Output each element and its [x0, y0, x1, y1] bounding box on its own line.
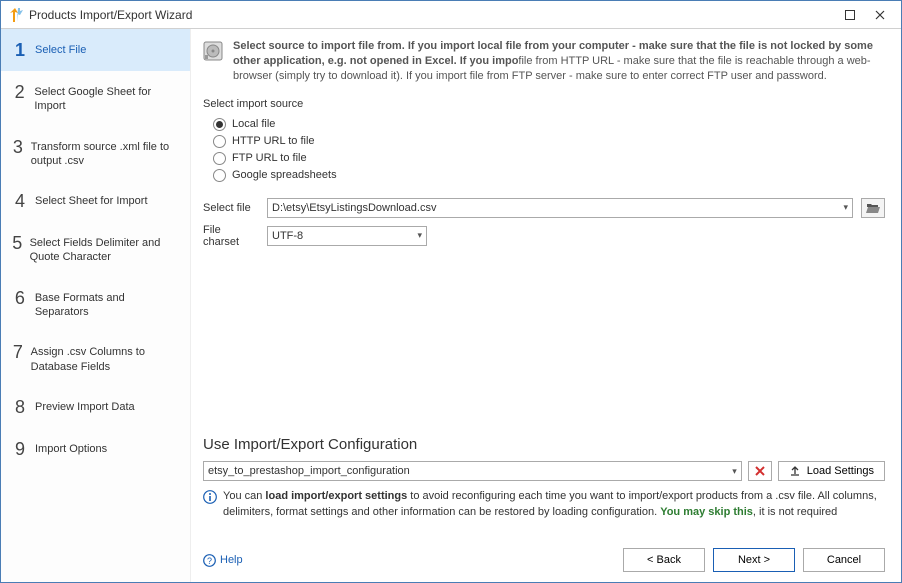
step-number: 9: [11, 440, 29, 458]
step-number: 4: [11, 192, 29, 210]
step-number: 2: [11, 83, 28, 101]
radio-ftp-url[interactable]: FTP URL to file: [203, 150, 885, 167]
back-button[interactable]: < Back: [623, 548, 705, 572]
file-path-input[interactable]: D:\etsy\EtsyListingsDownload.csv▾: [267, 198, 853, 218]
radio-http-url[interactable]: HTTP URL to file: [203, 133, 885, 150]
step-number: 5: [11, 234, 24, 252]
dropdown-icon: ▾: [732, 466, 737, 477]
wizard-step-5[interactable]: 5 Select Fields Delimiter and Quote Chara…: [1, 222, 190, 277]
step-label: Select Fields Delimiter and Quote Charac…: [30, 234, 180, 265]
step-label: Assign .csv Columns to Database Fields: [31, 343, 180, 374]
load-settings-button[interactable]: Load Settings: [778, 461, 885, 481]
step-label: Preview Import Data: [35, 398, 135, 414]
wizard-step-3[interactable]: 3 Transform source .xml file to output .c…: [1, 126, 190, 181]
titlebar: Products Import/Export Wizard: [1, 1, 901, 29]
intro-text: Select source to import file from. If yo…: [203, 39, 885, 84]
wizard-step-4[interactable]: 4 Select Sheet for Import: [1, 180, 190, 222]
window-title: Products Import/Export Wizard: [29, 8, 835, 22]
wizard-window: Products Import/Export Wizard 1 Select Fi…: [0, 0, 902, 583]
wizard-steps-sidebar: 1 Select File 2 Select Google Sheet for Imp…: [1, 29, 191, 582]
x-icon: [754, 465, 766, 477]
wizard-step-1[interactable]: 1 Select File: [1, 29, 190, 71]
upload-icon: [789, 465, 801, 477]
help-icon: ?: [203, 554, 216, 567]
step-label: Select File: [35, 41, 86, 57]
radio-icon: [213, 152, 226, 165]
radio-google-spreadsheets[interactable]: Google spreadsheets: [203, 167, 885, 184]
select-file-label: Select file: [203, 202, 259, 214]
radio-icon: [213, 135, 226, 148]
step-label: Import Options: [35, 440, 107, 456]
browse-file-button[interactable]: [861, 198, 885, 218]
cancel-button[interactable]: Cancel: [803, 548, 885, 572]
step-number: 7: [11, 343, 25, 361]
step-number: 3: [11, 138, 25, 156]
wizard-step-8[interactable]: 8 Preview Import Data: [1, 386, 190, 428]
main-panel: Select source to import file from. If yo…: [191, 29, 901, 582]
step-label: Transform source .xml file to output .cs…: [31, 138, 180, 169]
step-label: Select Sheet for Import: [35, 192, 148, 208]
config-info-text: You can load import/export settings to a…: [203, 489, 885, 520]
radio-icon: [213, 169, 226, 182]
maximize-button[interactable]: [835, 3, 865, 27]
wizard-step-9[interactable]: 9 Import Options: [1, 428, 190, 470]
info-icon: [203, 490, 217, 504]
wizard-step-7[interactable]: 7 Assign .csv Columns to Database Fields: [1, 331, 190, 386]
wizard-step-6[interactable]: 6 Base Formats and Separators: [1, 277, 190, 332]
close-button[interactable]: [865, 3, 895, 27]
file-charset-label: File charset: [203, 224, 259, 248]
help-link[interactable]: ?Help: [203, 554, 243, 567]
dropdown-icon: ▾: [843, 202, 848, 213]
wizard-step-2[interactable]: 2 Select Google Sheet for Import: [1, 71, 190, 126]
config-section-title: Use Import/Export Configuration: [203, 426, 885, 453]
step-number: 8: [11, 398, 29, 416]
import-source-group: Select import source Local file HTTP URL…: [203, 98, 885, 184]
file-charset-select[interactable]: UTF-8▾: [267, 226, 427, 246]
radio-local-file[interactable]: Local file: [203, 116, 885, 133]
import-source-label: Select import source: [203, 98, 885, 110]
clear-config-button[interactable]: [748, 461, 772, 481]
hdd-icon: [203, 41, 223, 61]
radio-icon: [213, 118, 226, 131]
step-number: 6: [11, 289, 29, 307]
svg-text:?: ?: [207, 556, 212, 566]
app-icon: [7, 7, 23, 23]
dropdown-icon: ▾: [417, 230, 422, 241]
step-number: 1: [11, 41, 29, 59]
folder-open-icon: [866, 202, 880, 214]
step-label: Select Google Sheet for Import: [34, 83, 180, 114]
step-label: Base Formats and Separators: [35, 289, 180, 320]
config-select[interactable]: etsy_to_prestashop_import_configuration▾: [203, 461, 742, 481]
wizard-footer: ?Help < Back Next > Cancel: [203, 540, 885, 572]
next-button[interactable]: Next >: [713, 548, 795, 572]
